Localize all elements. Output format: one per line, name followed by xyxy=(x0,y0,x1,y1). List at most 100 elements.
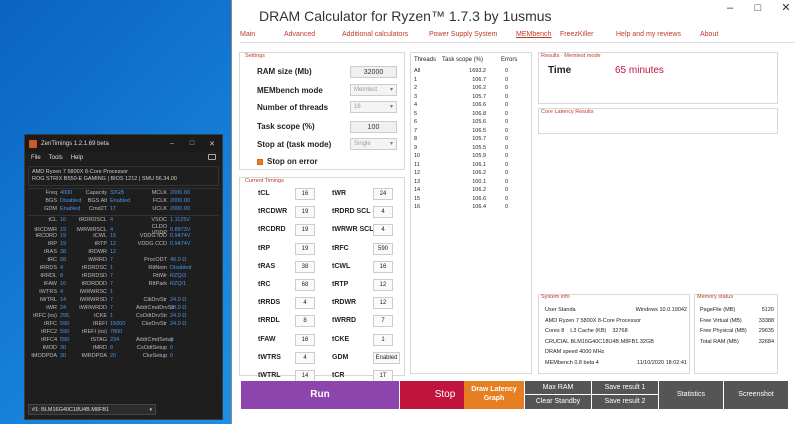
zen-cell: 7 xyxy=(110,281,114,287)
tab-5[interactable]: FreezKiller xyxy=(560,31,593,38)
dimm-select[interactable]: #1: BLM16G40C18U4B.M8FB1 ▾ xyxy=(28,404,156,415)
timing-value[interactable]: 590 xyxy=(373,242,393,255)
zen-cell: 12 xyxy=(110,241,117,247)
tab-4[interactable]: MEMbench xyxy=(516,31,551,38)
timing-value[interactable]: 19 xyxy=(295,206,315,219)
max-ram-button[interactable]: Max RAM xyxy=(525,381,591,394)
zentimings-timings-grid: tCL 16 tRDRDSCL 4 VSOC 1.1125V tRCDWR 19 tWRWRSC… xyxy=(28,215,219,360)
task-scope-input[interactable]: 100 xyxy=(350,121,397,133)
task-scope: 106.1 xyxy=(472,161,486,168)
task-scope: 105.5 xyxy=(472,144,486,151)
close-icon[interactable]: ✕ xyxy=(202,140,222,148)
tab-7[interactable]: About xyxy=(700,31,718,38)
timing-value[interactable]: Enabled xyxy=(373,351,400,364)
table-header: Threads xyxy=(414,57,437,63)
timing-value[interactable]: 4 xyxy=(373,206,393,219)
zen-cell: tRDWR xyxy=(88,249,107,255)
l3-value: 32768 xyxy=(612,328,628,334)
timing-value[interactable]: 4 xyxy=(373,224,393,237)
timing-value[interactable]: 8 xyxy=(295,315,315,328)
zen-cell: Capacity xyxy=(85,190,107,196)
cpu-name: AMD Ryzen 7 5800X 8-Core Processor xyxy=(32,169,128,175)
maximize-icon[interactable]: □ xyxy=(182,140,202,148)
zen-cell: MCLK xyxy=(151,190,167,196)
zen-cell: tRC xyxy=(47,257,57,263)
timing-label: tWRWR SCL xyxy=(332,226,374,234)
statistics-button[interactable]: Statistics xyxy=(659,381,723,409)
task-scope-label: Task scope (%) xyxy=(257,122,315,131)
zen-cell: 16 xyxy=(60,281,67,287)
maximize-icon[interactable]: □ xyxy=(744,0,772,16)
timing-value[interactable]: 68 xyxy=(295,279,315,291)
tab-1[interactable]: Advanced xyxy=(284,31,315,38)
tab-2[interactable]: Additional calculators xyxy=(342,31,408,38)
membench-mode-select[interactable]: Memtest xyxy=(350,84,397,96)
zen-cell: tCL xyxy=(48,217,57,223)
camera-icon[interactable] xyxy=(208,154,216,160)
timing-value[interactable]: 12 xyxy=(373,297,393,310)
timing-value[interactable]: 38 xyxy=(295,260,315,273)
timing-value[interactable]: 24 xyxy=(373,188,393,200)
timing-value[interactable]: 16 xyxy=(295,188,315,200)
minimize-icon[interactable]: – xyxy=(716,0,744,16)
thread-id: 9 xyxy=(414,144,418,151)
ram-size-input[interactable]: 32000 xyxy=(350,66,397,78)
task-scope: 106.6 xyxy=(472,195,486,202)
zen-cell: RttWr xyxy=(153,273,167,279)
tab-6[interactable]: Help and my reviews xyxy=(616,31,681,38)
timing-value[interactable]: 12 xyxy=(373,279,393,291)
zen-cell: 8 xyxy=(110,345,114,351)
zen-cell: 4 xyxy=(60,265,64,271)
clear-standby-button[interactable]: Clear Standby xyxy=(525,395,591,409)
menu-tools[interactable]: Tools xyxy=(49,155,63,161)
save-result-1-button[interactable]: Save result 1 xyxy=(592,381,658,394)
timing-label: tRDWR xyxy=(332,299,357,307)
timing-value[interactable]: 1 xyxy=(373,333,393,346)
zen-cell: 1 xyxy=(110,313,114,319)
save-result-2-button[interactable]: Save result 2 xyxy=(592,395,658,409)
timing-value[interactable]: 16 xyxy=(373,260,393,273)
core-count: Cores 8 xyxy=(545,328,565,334)
menu-help[interactable]: Help xyxy=(71,155,83,161)
timing-label: tCR xyxy=(332,372,345,379)
thread-id: 15 xyxy=(414,195,421,202)
menu-file[interactable]: File xyxy=(31,155,41,161)
tab-0[interactable]: Main xyxy=(240,31,255,38)
timing-value[interactable]: 4 xyxy=(295,351,315,364)
zen-cell: AddrCmdSetup xyxy=(136,337,174,343)
zen-timing-row: tMODPDA 30 tMRDPDA 20 CkeSetup 0 xyxy=(28,352,219,360)
timing-value[interactable]: 7 xyxy=(373,315,393,328)
zen-cell: 16 xyxy=(60,217,67,223)
timing-value[interactable]: 19 xyxy=(295,242,315,255)
timing-value[interactable]: 4 xyxy=(295,297,315,310)
zen-timing-row: tFAW 16 tRDRDDD 7 RttPark RZQ/1 xyxy=(28,280,219,288)
dimm-name: CRUCIAL BLM16G40C18U4B.M8FB1.32GB xyxy=(545,338,654,345)
zen-cell: Cmd2T xyxy=(88,206,107,212)
timing-label: tCL xyxy=(258,190,270,197)
screenshot-button[interactable]: Screenshot xyxy=(724,381,788,409)
threads-select[interactable]: 16 xyxy=(350,101,397,113)
errors: 0 xyxy=(505,136,509,142)
membench-mode-label: MEMbench mode xyxy=(257,86,323,95)
stop-on-error-checkbox[interactable] xyxy=(257,159,263,165)
tab-3[interactable]: Power Supply System xyxy=(429,31,497,38)
draw-latency-graph-button[interactable]: Draw Latency Graph xyxy=(464,381,524,409)
zentimings-system-info: AMD Ryzen 7 5800X 8-Core Processor ROG S… xyxy=(28,166,219,186)
errors: 0 xyxy=(505,144,509,151)
zen-timing-row: tRCDRD 19 tCWL 16 VDDG IOD 0.9474V xyxy=(28,232,219,240)
zen-timing-row: tWTRS 4 tWRWRSC 1 xyxy=(28,288,219,296)
zen-info-row: Freq 4000 Capacity 32GB MCLK 2000.00 xyxy=(28,189,219,197)
zen-cell: CkeDrvStr xyxy=(141,321,167,327)
zen-cell: Disabled xyxy=(60,198,82,204)
minimize-icon[interactable]: – xyxy=(162,140,182,148)
board-info: ROG STRIX B550-E GAMING | BIOS 1212 | SM… xyxy=(32,176,177,182)
zen-cell: tREFI xyxy=(92,321,107,327)
close-icon[interactable]: ✕ xyxy=(772,0,800,16)
timing-value[interactable]: 16 xyxy=(295,333,315,346)
timing-value[interactable]: 19 xyxy=(295,224,315,237)
memory-status-title: Memory status xyxy=(697,294,734,300)
zen-cell: tRDRDSCL xyxy=(78,217,107,223)
run-button[interactable]: Run xyxy=(241,381,399,409)
zen-info-row: BGS Disabled BGS Alt Enabled FCLK 2000.00 xyxy=(28,197,219,205)
stop-at-select[interactable]: Single xyxy=(350,138,397,150)
